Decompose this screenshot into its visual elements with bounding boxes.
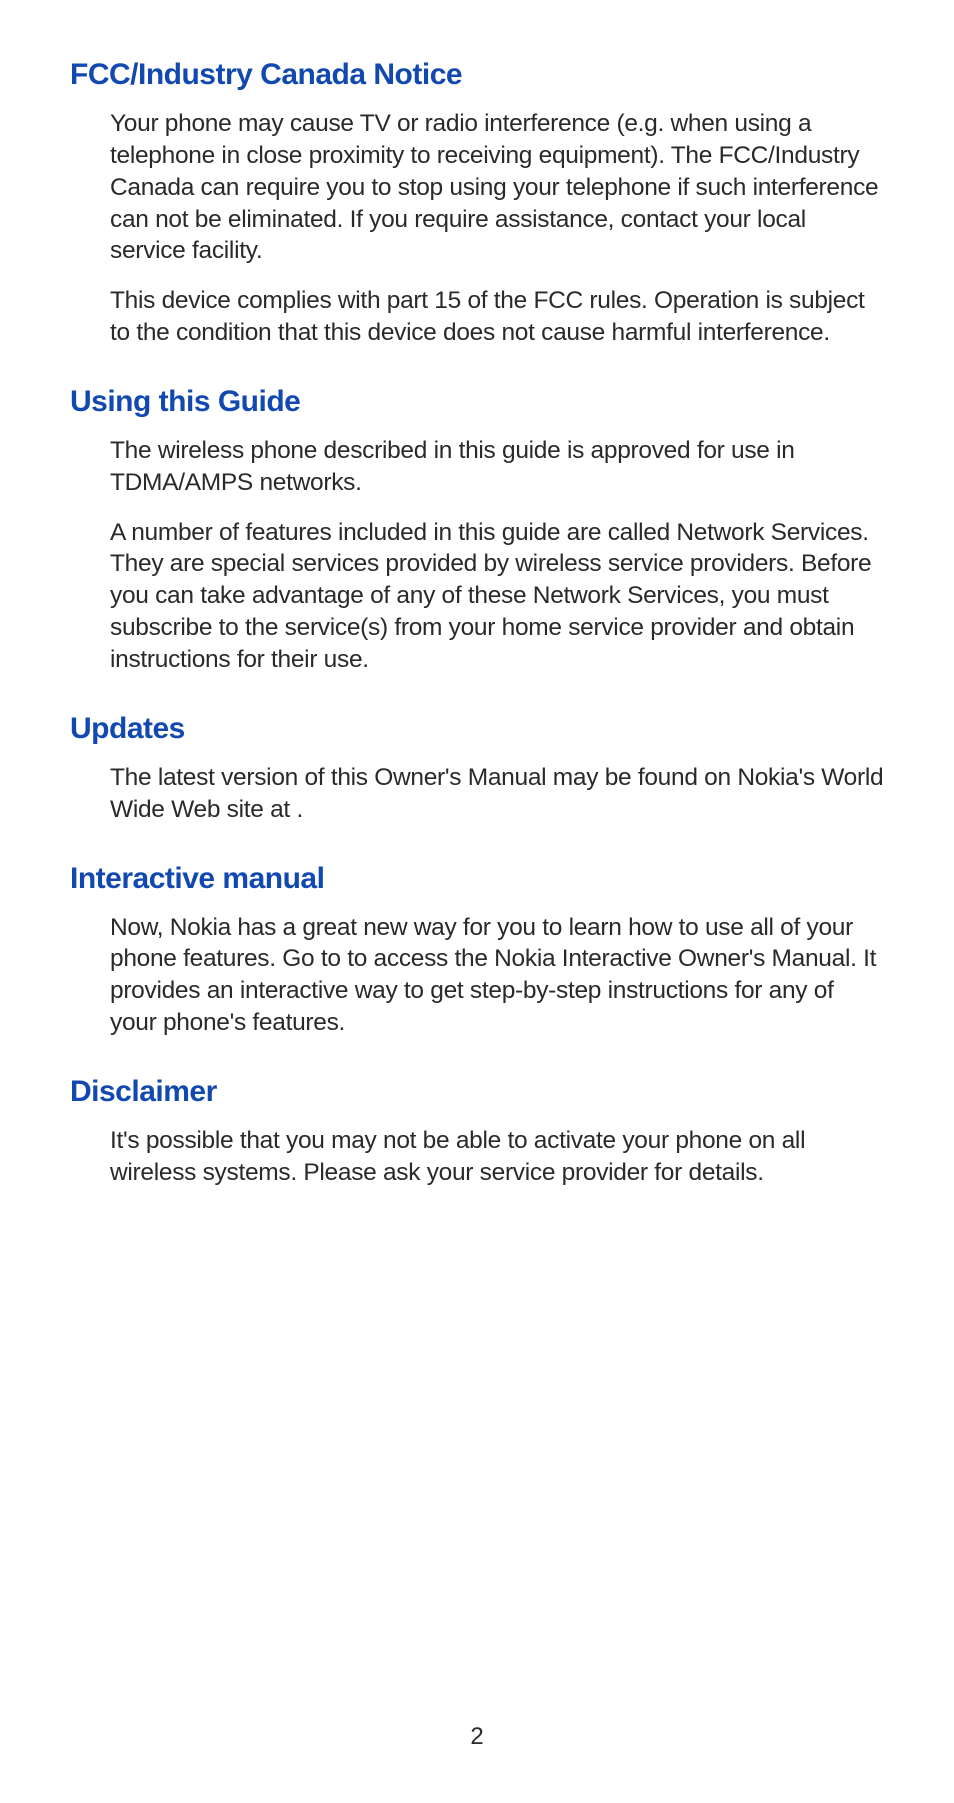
section-interactive-manual: Interactive manual Now, Nokia has a grea… — [70, 862, 884, 1039]
paragraph-text: Your phone may cause TV or radio interfe… — [110, 108, 884, 267]
paragraph-text: A number of features included in this gu… — [110, 517, 884, 676]
section-using-guide: Using this Guide The wireless phone desc… — [70, 385, 884, 676]
heading-updates: Updates — [70, 712, 884, 746]
section-updates: Updates The latest version of this Owner… — [70, 712, 884, 826]
heading-fcc-notice: FCC/Industry Canada Notice — [70, 58, 884, 92]
heading-using-guide: Using this Guide — [70, 385, 884, 419]
heading-disclaimer: Disclaimer — [70, 1075, 884, 1109]
heading-interactive-manual: Interactive manual — [70, 862, 884, 896]
section-disclaimer: Disclaimer It's possible that you may no… — [70, 1075, 884, 1189]
paragraph-text: It's possible that you may not be able t… — [110, 1125, 884, 1189]
paragraph-text: The latest version of this Owner's Manua… — [110, 762, 884, 826]
page-number: 2 — [0, 1723, 954, 1751]
paragraph-text: Now, Nokia has a great new way for you t… — [110, 912, 884, 1039]
section-fcc-notice: FCC/Industry Canada Notice Your phone ma… — [70, 58, 884, 349]
paragraph-text: The wireless phone described in this gui… — [110, 435, 884, 499]
paragraph-text: This device complies with part 15 of the… — [110, 285, 884, 349]
